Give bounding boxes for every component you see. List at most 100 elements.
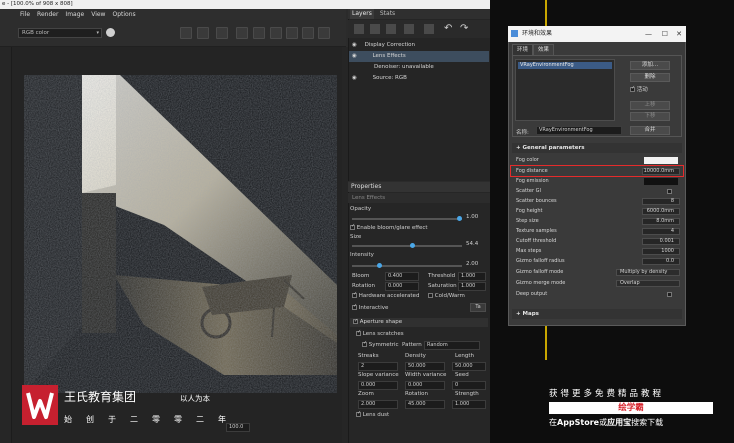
add-layer-icon[interactable]	[354, 24, 364, 34]
effect-name-input[interactable]: VRayEnvironmentFog	[536, 126, 622, 135]
intensity-slider[interactable]	[352, 265, 462, 267]
step-size-spinner[interactable]: 8.0mm	[642, 218, 680, 225]
rotation2-input[interactable]: 45.000	[405, 400, 445, 409]
interactive-options-button[interactable]: Ta	[470, 303, 486, 312]
zoom-input[interactable]: 2.000	[358, 400, 398, 409]
color-ball-icon[interactable]	[106, 28, 115, 37]
tab-effects[interactable]: 效果	[533, 44, 555, 55]
bloom-input[interactable]: 0.400	[385, 272, 419, 281]
size-slider-knob[interactable]	[410, 243, 415, 248]
param-scatter-bounces: Scatter bounces 8	[514, 197, 682, 206]
tab-stats[interactable]: Stats	[378, 9, 397, 19]
slope-variance-input[interactable]: 0.000	[358, 381, 398, 390]
lens-dust-checkbox[interactable]: Lens dust	[356, 412, 389, 418]
move-down-button[interactable]: 下移	[630, 112, 670, 121]
size-slider[interactable]	[352, 245, 462, 247]
maps-rollout[interactable]: + Maps	[512, 309, 682, 319]
fog-color-swatch[interactable]	[644, 157, 678, 164]
delete-button[interactable]: 删除	[630, 73, 670, 82]
vfb-menu-bar: File Render Image View Options	[0, 9, 346, 20]
menu-options[interactable]: Options	[112, 11, 135, 18]
eye-icon[interactable]: ◉	[352, 53, 357, 59]
texture-samples-spinner[interactable]: 4	[642, 228, 680, 235]
history-icon[interactable]	[318, 27, 330, 39]
menu-file[interactable]: File	[20, 11, 30, 18]
gizmo-merge-mode-select[interactable]: Overlap	[616, 280, 680, 287]
eye-icon[interactable]: ◉	[352, 75, 357, 81]
tab-layers[interactable]: Layers	[350, 9, 374, 19]
fog-emission-swatch[interactable]	[644, 178, 678, 185]
interactive-checkbox[interactable]: Interactive	[352, 305, 388, 311]
list-icon[interactable]	[424, 24, 434, 34]
deep-output-checkbox[interactable]	[667, 292, 672, 297]
move-up-button[interactable]: 上移	[630, 101, 670, 110]
aperture-shape-rollout[interactable]: Aperture shape	[350, 318, 488, 327]
density-input[interactable]: 50.000	[405, 362, 445, 371]
stop-icon[interactable]	[302, 27, 314, 39]
menu-view[interactable]: View	[91, 11, 105, 18]
rotation-input[interactable]: 0.000	[385, 282, 419, 291]
active-checkbox[interactable]: 活动	[630, 85, 648, 93]
opacity-label: Opacity	[350, 206, 372, 212]
gizmo-falloff-mode-select[interactable]: Multiply by density	[616, 269, 680, 276]
delete-layer-icon[interactable]	[404, 24, 414, 34]
copy-icon[interactable]	[197, 27, 209, 39]
scatter-bounces-spinner[interactable]: 8	[642, 198, 680, 205]
size-value[interactable]: 54.4	[466, 241, 478, 247]
undo-icon[interactable]: ↶	[444, 23, 452, 34]
save-icon[interactable]	[180, 27, 192, 39]
enable-bloom-checkbox[interactable]: Enable bloom/glare effect	[350, 225, 428, 231]
pattern-select[interactable]: Random	[424, 341, 480, 350]
effects-list-item[interactable]: VRayEnvironmentFog	[518, 62, 612, 69]
fog-height-spinner[interactable]: 6000.0mm	[642, 208, 680, 215]
strength-input[interactable]: 1.000	[452, 400, 486, 409]
channel-select[interactable]: RGB color ▾	[18, 28, 102, 38]
load-preset-icon[interactable]	[386, 24, 396, 34]
cutoff-threshold-spinner[interactable]: 0.001	[642, 238, 680, 245]
merge-button[interactable]: 合并	[630, 126, 670, 135]
general-parameters-rollout[interactable]: + General parameters	[512, 143, 682, 153]
saturation-input[interactable]: 1.000	[458, 282, 486, 291]
redo-icon[interactable]: ↷	[460, 23, 468, 34]
clear-image-icon[interactable]	[253, 27, 265, 39]
menu-render[interactable]: Render	[37, 11, 58, 18]
layer-row-source[interactable]: ◉ Source: RGB	[349, 73, 489, 84]
threshold-input[interactable]: 1.000	[458, 272, 486, 281]
intensity-value[interactable]: 2.00	[466, 261, 478, 267]
eye-icon[interactable]: ◉	[352, 42, 357, 48]
layer-row-denoiser[interactable]: Denoiser: unavailable	[349, 62, 489, 73]
streaks-input[interactable]: 2	[358, 362, 398, 371]
max-steps-spinner[interactable]: 1000	[642, 248, 680, 255]
menu-image[interactable]: Image	[65, 11, 84, 18]
param-fog-height: Fog height 6000.0mm	[514, 207, 682, 216]
tab-environment[interactable]: 环境	[512, 44, 534, 55]
width-variance-input[interactable]: 0.000	[405, 381, 445, 390]
save-preset-icon[interactable]	[370, 24, 380, 34]
ipr-icon[interactable]	[286, 27, 298, 39]
hardware-accelerated-checkbox[interactable]: Hardware accelerated	[352, 293, 419, 299]
region-render-icon[interactable]	[216, 27, 228, 39]
layer-row-display-correction[interactable]: ◉ Display Correction	[349, 40, 489, 51]
effects-list[interactable]: VRayEnvironmentFog	[515, 59, 615, 121]
intensity-slider-knob[interactable]	[377, 263, 382, 268]
zoom-label: Zoom	[358, 391, 374, 397]
opacity-value[interactable]: 1.00	[466, 214, 478, 220]
opacity-slider[interactable]	[352, 218, 462, 220]
add-button[interactable]: 添加...	[630, 61, 670, 70]
promo-app-button[interactable]: 绘学霸	[549, 402, 713, 414]
fog-distance-highlight	[510, 165, 684, 177]
cold-warm-checkbox[interactable]: Cold/Warm	[428, 293, 465, 299]
layer-row-lens-effects[interactable]: ◉ Lens Effects	[349, 51, 489, 62]
scatter-gi-checkbox[interactable]	[667, 189, 672, 194]
lens-scratches-checkbox[interactable]: Lens scratches	[356, 331, 404, 337]
rendered-image	[24, 75, 337, 393]
track-mouse-icon[interactable]	[236, 27, 248, 39]
gizmo-falloff-radius-spinner[interactable]: 0.0	[642, 258, 680, 265]
seed-input[interactable]: 0	[452, 381, 486, 390]
symmetric-checkbox[interactable]: Symmetric	[362, 342, 399, 348]
close-icon[interactable]: ✕	[676, 26, 682, 42]
minimize-icon[interactable]: —	[645, 26, 652, 42]
maximize-icon[interactable]: ☐	[662, 26, 668, 42]
render-icon[interactable]	[270, 27, 282, 39]
length-input[interactable]: 50.000	[452, 362, 486, 371]
